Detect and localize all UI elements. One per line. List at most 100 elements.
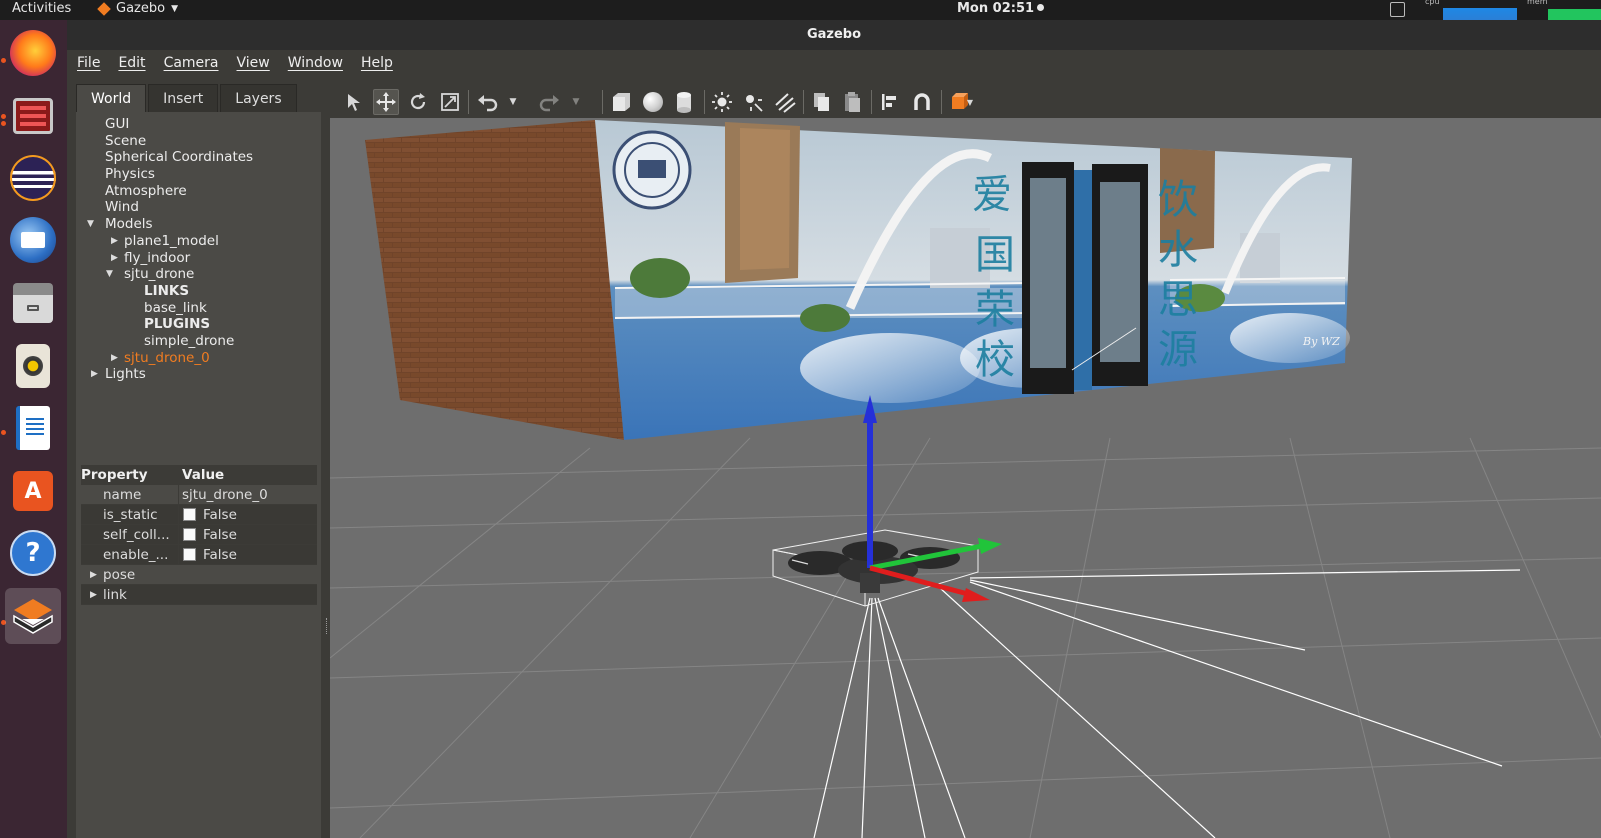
collapsed-arrow-icon[interactable]: ▶ — [91, 366, 98, 383]
sphere-shape-icon[interactable] — [640, 89, 666, 115]
rotate-mode-icon[interactable] — [405, 89, 431, 115]
window-title-bar[interactable]: Gazebo — [67, 20, 1601, 50]
dock-files[interactable] — [5, 275, 61, 331]
tree-item-simple-drone[interactable]: simple_drone — [76, 333, 321, 350]
tab-insert[interactable]: Insert — [148, 84, 219, 112]
toolbar-separator — [871, 90, 872, 114]
mem-graph[interactable] — [1548, 0, 1601, 20]
dock-thunderbird[interactable] — [5, 212, 61, 268]
tree-item-plane1-model[interactable]: ▶ plane1_model — [76, 233, 321, 250]
dock-terminal[interactable] — [5, 88, 61, 144]
undo-history-dropdown-icon[interactable]: ▼ — [506, 89, 520, 115]
point-light-icon[interactable] — [709, 89, 735, 115]
collapsed-arrow-icon[interactable]: ▶ — [90, 585, 97, 604]
tree-item-scene[interactable]: Scene — [76, 133, 321, 150]
cpu-graph[interactable] — [1443, 0, 1517, 20]
property-group-link[interactable]: ▶ link — [81, 585, 317, 605]
tree-item-sjtu-drone-0[interactable]: ▶ sjtu_drone_0 — [76, 350, 321, 367]
tab-world[interactable]: World — [76, 84, 147, 112]
tree-item-spherical-coordinates[interactable]: Spherical Coordinates — [76, 149, 321, 166]
property-value-enable-wind: False — [203, 546, 237, 563]
property-group-pose[interactable]: ▶ pose — [81, 565, 317, 585]
dock-eclipse[interactable] — [5, 150, 61, 206]
property-group-label: ▶ link — [81, 585, 127, 604]
activities-button[interactable]: Activities — [12, 1, 71, 16]
world-tree: GUI Scene Spherical Coordinates Physics … — [76, 112, 321, 457]
redo-icon[interactable] — [536, 89, 562, 115]
tree-item-wind[interactable]: Wind — [76, 199, 321, 216]
menu-help[interactable]: Help — [361, 50, 402, 78]
spot-light-icon[interactable] — [740, 89, 766, 115]
menu-file[interactable]: File — [77, 50, 109, 78]
paste-icon[interactable] — [840, 89, 866, 115]
app-menu[interactable]: Gazebo ▼ — [97, 1, 178, 16]
tab-layers[interactable]: Layers — [220, 84, 297, 112]
scene-canvas[interactable]: 爱 国 荣 校 饮 水 思 源 By WZ — [330, 118, 1601, 838]
view-angle-dropdown-icon[interactable]: ▼ — [964, 96, 976, 108]
menu-view[interactable]: View — [237, 50, 279, 78]
menu-bar: File Edit Camera View Window Help — [67, 50, 1601, 78]
collapsed-arrow-icon[interactable]: ▶ — [111, 350, 118, 367]
tree-item-gui[interactable]: GUI — [76, 116, 321, 133]
chevron-down-icon: ▼ — [171, 3, 178, 14]
property-key: self_coll... — [103, 527, 170, 543]
self-collide-checkbox[interactable] — [183, 528, 196, 541]
dock-firefox[interactable] — [5, 25, 61, 81]
tree-item-sjtu-drone-label: sjtu_drone — [124, 266, 195, 283]
translate-gizmo[interactable] — [863, 395, 1002, 602]
cylinder-shape-icon[interactable] — [671, 89, 697, 115]
pose-label: pose — [103, 567, 136, 583]
enable-wind-checkbox[interactable] — [183, 548, 196, 561]
banner-char-right-2: 水 — [1158, 227, 1198, 273]
scene-viewport[interactable]: 爱 国 荣 校 饮 水 思 源 By WZ — [330, 118, 1601, 838]
banner-wall[interactable]: 爱 国 荣 校 饮 水 思 源 By WZ — [595, 120, 1352, 440]
property-group-label: ▶ pose — [81, 565, 135, 584]
dock-rhythmbox[interactable] — [5, 338, 61, 394]
firefox-icon — [10, 30, 56, 76]
directional-light-icon[interactable] — [772, 89, 798, 115]
select-mode-icon[interactable] — [341, 89, 367, 115]
panel-tabs: World Insert Layers — [76, 84, 299, 112]
menu-edit[interactable]: Edit — [118, 50, 154, 78]
menu-window[interactable]: Window — [288, 50, 352, 78]
box-shape-icon[interactable] — [608, 89, 634, 115]
snap-magnet-icon[interactable] — [909, 89, 935, 115]
menu-camera[interactable]: Camera — [164, 50, 228, 78]
undo-icon[interactable] — [475, 89, 501, 115]
tree-item-base-link[interactable]: base_link — [76, 300, 321, 317]
door[interactable] — [1022, 162, 1148, 394]
dock-writer[interactable] — [5, 400, 61, 456]
terminal-icon — [13, 98, 53, 134]
copy-icon[interactable] — [809, 89, 835, 115]
clock[interactable]: Mon 02:51 — [957, 1, 1045, 16]
tree-item-models-label: Models — [105, 216, 153, 233]
dock-software[interactable]: A — [5, 463, 61, 519]
collapsed-arrow-icon[interactable]: ▶ — [90, 565, 97, 584]
is-static-checkbox[interactable] — [183, 508, 196, 521]
redo-history-dropdown-icon[interactable]: ▼ — [569, 89, 583, 115]
screenshot-tray-icon[interactable] — [1390, 2, 1405, 17]
toolbar-separator — [602, 90, 603, 114]
tree-item-physics[interactable]: Physics — [76, 166, 321, 183]
expanded-arrow-icon[interactable]: ▼ — [106, 266, 113, 283]
property-header: Property Value — [81, 465, 317, 485]
collapsed-arrow-icon[interactable]: ▶ — [111, 250, 118, 267]
notification-dot-icon — [1037, 4, 1045, 11]
sensor-rays — [813, 569, 1521, 838]
tree-item-atmosphere[interactable]: Atmosphere — [76, 183, 321, 200]
expanded-arrow-icon[interactable]: ▼ — [87, 216, 94, 233]
dock-help[interactable]: ? — [5, 525, 61, 581]
align-icon[interactable] — [877, 89, 903, 115]
tree-item-links: LINKS — [144, 282, 190, 299]
tree-item-sjtu-drone[interactable]: ▼ sjtu_drone — [76, 266, 321, 283]
translate-mode-icon[interactable] — [373, 89, 399, 115]
property-value-name[interactable]: sjtu_drone_0 — [178, 485, 317, 504]
dock-gazebo[interactable] — [5, 588, 61, 644]
tree-item-fly-indoor[interactable]: ▶ fly_indoor — [76, 250, 321, 267]
scale-mode-icon[interactable] — [437, 89, 463, 115]
tree-item-models[interactable]: ▼ Models — [76, 216, 321, 233]
tree-item-lights[interactable]: ▶ Lights — [76, 366, 321, 383]
property-value-cell: False — [178, 545, 317, 564]
property-value-cell: False — [178, 505, 317, 524]
collapsed-arrow-icon[interactable]: ▶ — [111, 233, 118, 250]
